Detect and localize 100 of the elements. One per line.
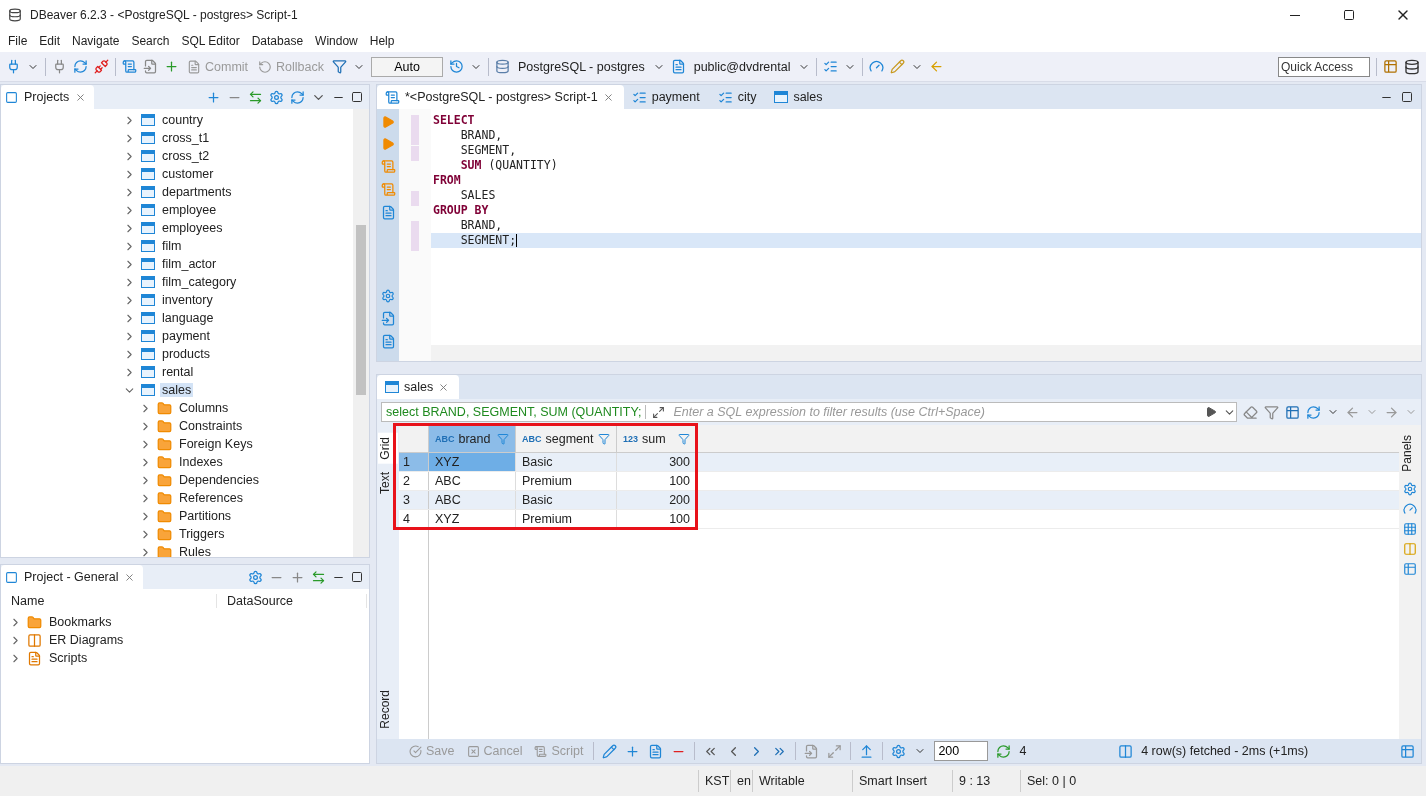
column-header[interactable]: ABC brand: [429, 425, 516, 452]
settings-icon[interactable]: [891, 743, 907, 759]
new-connection-icon[interactable]: [6, 59, 21, 74]
panels-tab[interactable]: Panels: [1400, 431, 1420, 476]
menu-item[interactable]: Window: [309, 34, 364, 48]
edit-row-icon[interactable]: [602, 743, 618, 759]
view-tab[interactable]: Record: [378, 686, 398, 733]
connection-selector[interactable]: PostgreSQL - postgres: [516, 59, 647, 74]
maximize-icon[interactable]: [1401, 91, 1413, 103]
project-general-tab[interactable]: Project - General: [1, 565, 144, 589]
tree-item[interactable]: cross_t2: [160, 149, 212, 163]
connect-icon[interactable]: [52, 59, 67, 74]
run-script-icon[interactable]: [380, 159, 396, 174]
tree-item[interactable]: Dependencies: [177, 473, 261, 487]
menu-item[interactable]: Help: [363, 34, 401, 48]
new-script-icon[interactable]: [164, 59, 179, 74]
tree-item[interactable]: Scripts: [47, 651, 90, 665]
reconnect-icon[interactable]: [73, 59, 88, 74]
settings-icon[interactable]: [269, 89, 284, 105]
tree-item[interactable]: Partitions: [177, 509, 234, 523]
tree-item[interactable]: products: [160, 347, 212, 361]
open-script-icon[interactable]: [143, 59, 158, 74]
tree-item[interactable]: Foreign Keys: [177, 437, 255, 451]
tree-item[interactable]: Triggers: [177, 527, 227, 541]
menu-item[interactable]: SQL Editor: [175, 34, 246, 48]
filter-bar[interactable]: select BRAND, SEGMENT, SUM (QUANTITY; Enter a SQL expression to filter results (use Ctrl+Space): [381, 402, 1237, 422]
back-icon[interactable]: [929, 59, 945, 74]
tree-item[interactable]: Bookmarks: [47, 615, 114, 629]
tree-item[interactable]: customer: [160, 167, 216, 181]
clear-filter-icon[interactable]: [1243, 404, 1258, 420]
sql-editor-icon[interactable]: [122, 59, 137, 74]
run-new-tab-icon[interactable]: [381, 137, 395, 151]
tree-item[interactable]: ER Diagrams: [47, 633, 126, 647]
menu-item[interactable]: File: [2, 34, 34, 48]
row-number[interactable]: 3: [399, 491, 429, 509]
tree-item[interactable]: Indexes: [177, 455, 225, 469]
fetch-size-field[interactable]: 200: [934, 741, 989, 761]
menu-item[interactable]: Edit: [33, 34, 67, 48]
tree-item[interactable]: cross_t1: [160, 131, 212, 145]
columns-icon[interactable]: [1403, 541, 1417, 556]
history-icon[interactable]: [449, 59, 464, 74]
menu-item[interactable]: Navigate: [66, 34, 126, 48]
menu-item[interactable]: Database: [245, 34, 310, 48]
tree-item[interactable]: inventory: [160, 293, 215, 307]
column-header[interactable]: Name: [1, 594, 217, 608]
tree-item[interactable]: rental: [160, 365, 196, 379]
view-tab[interactable]: Grid: [378, 433, 398, 464]
back-icon[interactable]: [1345, 404, 1360, 420]
run-icon[interactable]: [381, 115, 395, 129]
link-icon[interactable]: [248, 89, 263, 105]
grid-icon[interactable]: [1403, 521, 1417, 536]
tree-item[interactable]: Rules: [177, 545, 213, 557]
settings-icon[interactable]: [381, 289, 395, 303]
link-icon[interactable]: [311, 569, 326, 585]
tree-item[interactable]: payment: [160, 329, 212, 343]
add-row-icon[interactable]: [625, 743, 641, 759]
row-number[interactable]: 4: [399, 510, 429, 528]
settings-icon[interactable]: [248, 569, 263, 585]
row-number[interactable]: 2: [399, 472, 429, 490]
filter-icon[interactable]: [1264, 404, 1279, 420]
refresh-icon[interactable]: [1306, 404, 1321, 420]
tree-item[interactable]: film_category: [160, 275, 239, 289]
apply-filter-icon[interactable]: [1205, 406, 1217, 418]
close-icon[interactable]: [602, 91, 614, 103]
close-icon[interactable]: [438, 381, 450, 393]
tree-item[interactable]: employee: [160, 203, 219, 217]
tree-item[interactable]: country: [160, 113, 205, 127]
tree-item[interactable]: employees: [160, 221, 225, 235]
schema-selector[interactable]: public@dvdrental: [691, 59, 793, 74]
export-icon[interactable]: [380, 311, 396, 326]
close-icon[interactable]: [124, 571, 136, 583]
close-icon[interactable]: [75, 91, 87, 103]
view-tab[interactable]: Text: [378, 467, 398, 498]
database-perspective-icon[interactable]: [1404, 58, 1420, 75]
editor-tab[interactable]: sales: [766, 85, 833, 109]
perspective-icon[interactable]: [1383, 59, 1398, 74]
tree-item[interactable]: departments: [160, 185, 234, 199]
list-icon[interactable]: [823, 59, 839, 74]
pen-icon[interactable]: [890, 59, 906, 74]
forward-icon[interactable]: [1384, 404, 1399, 420]
panel-toggle-icon[interactable]: [1400, 743, 1415, 759]
menu-item[interactable]: Search: [125, 34, 176, 48]
tree-item[interactable]: References: [177, 491, 245, 505]
tree-item[interactable]: language: [160, 311, 216, 325]
tree-item[interactable]: sales: [160, 383, 194, 397]
tree-item[interactable]: Constraints: [177, 419, 245, 433]
add-icon[interactable]: [290, 569, 305, 585]
maximize-icon[interactable]: [351, 571, 363, 583]
layout-icon[interactable]: [1403, 561, 1417, 576]
results-tab[interactable]: sales: [377, 375, 460, 399]
filter-settings-icon[interactable]: [1285, 404, 1300, 420]
run-script-new-tab-icon[interactable]: [380, 182, 396, 197]
projects-tab[interactable]: Projects: [1, 85, 95, 109]
maximize-icon[interactable]: [351, 91, 363, 103]
editor-tab[interactable]: *<PostgreSQL - postgres> Script-1: [377, 85, 624, 109]
dashboard-icon[interactable]: [869, 59, 885, 74]
editor-tab[interactable]: payment: [623, 85, 710, 109]
tree-item[interactable]: film: [160, 239, 184, 253]
tree-item[interactable]: Columns: [177, 401, 231, 415]
disconnect-icon[interactable]: [94, 59, 109, 74]
